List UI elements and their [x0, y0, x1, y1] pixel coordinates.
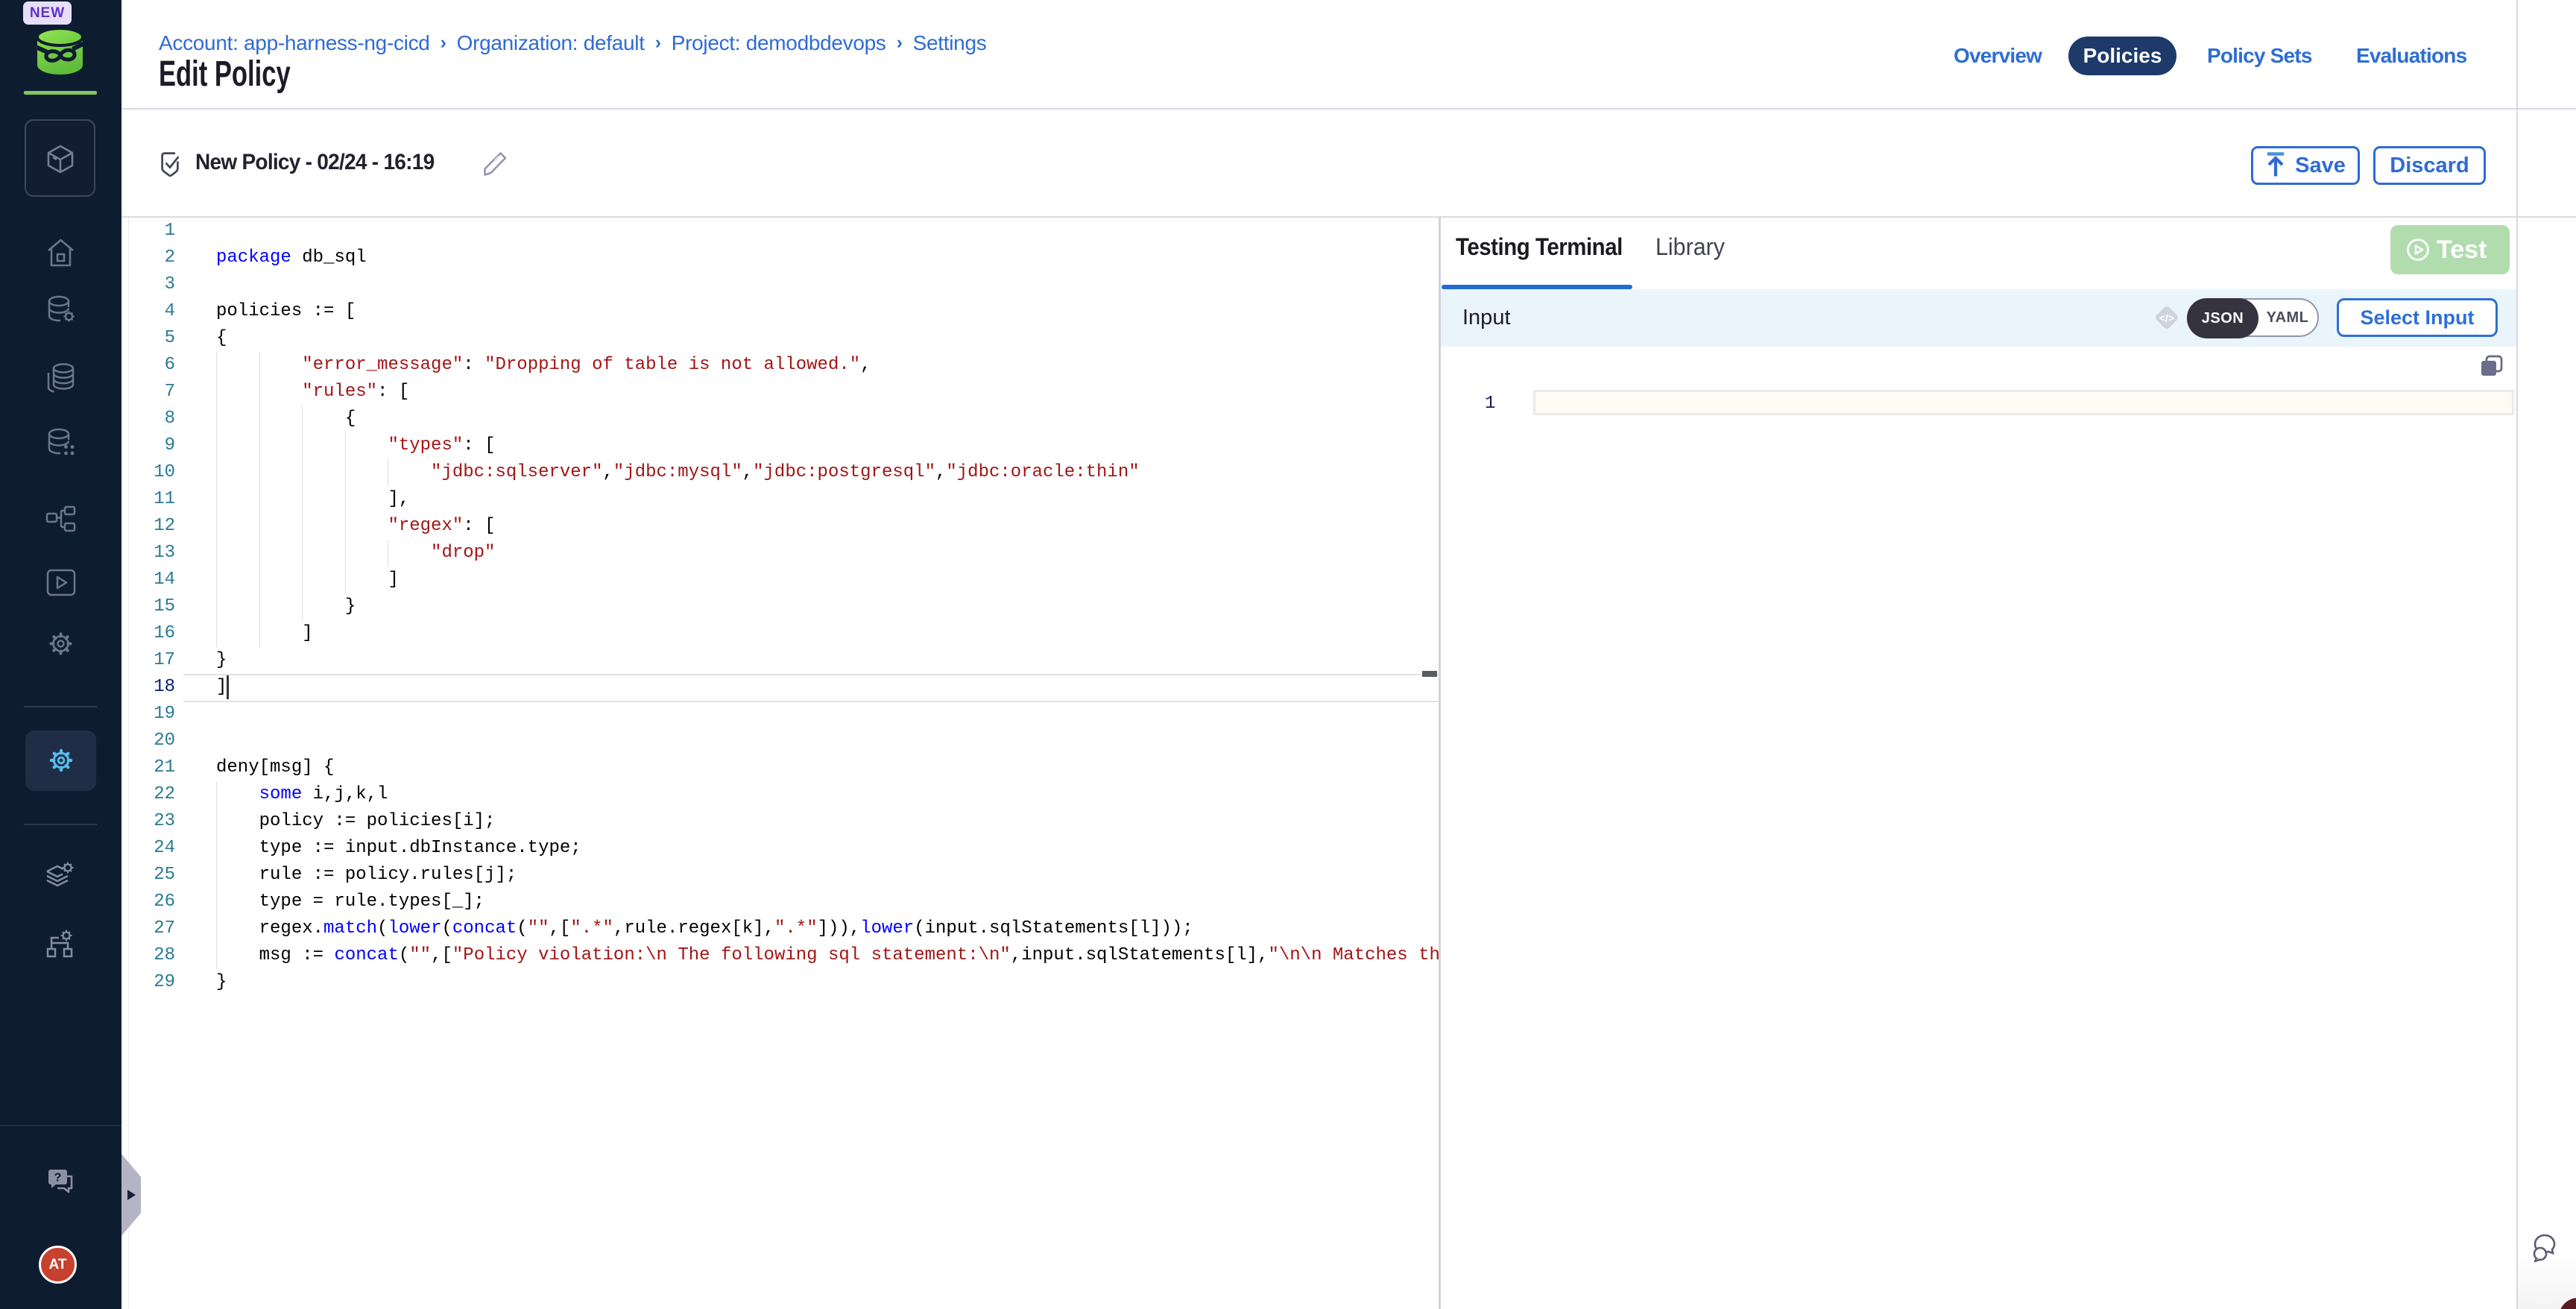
svg-text:?: ?	[54, 1172, 62, 1185]
svg-text:</>: </>	[2159, 312, 2174, 324]
